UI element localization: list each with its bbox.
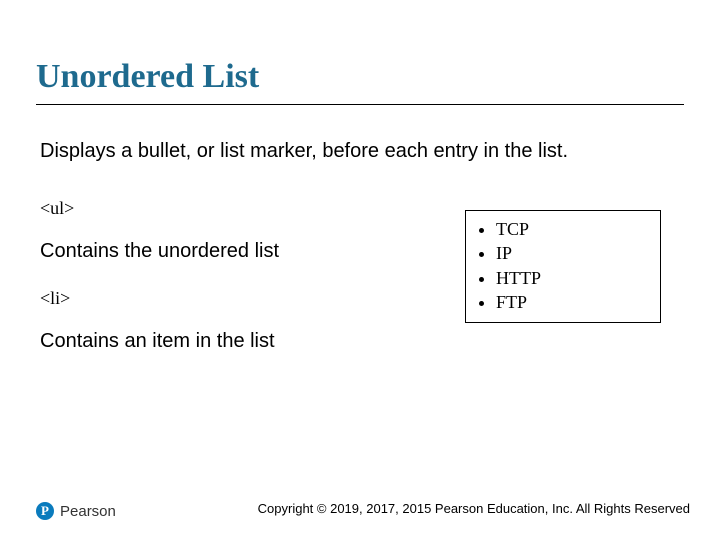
slide-title: Unordered List <box>36 58 259 96</box>
description-text: Displays a bullet, or list marker, befor… <box>40 140 568 163</box>
list-item: HTTP <box>496 266 650 290</box>
ul-explanation: Contains the unordered list <box>40 240 279 263</box>
code-tag-li: <li> <box>40 288 70 309</box>
copyright-text: Copyright © 2019, 2017, 2015 Pearson Edu… <box>258 501 690 516</box>
li-explanation: Contains an item in the list <box>40 330 275 353</box>
example-list: TCP IP HTTP FTP <box>476 217 650 314</box>
publisher-name: Pearson <box>60 503 116 520</box>
list-item: IP <box>496 241 650 265</box>
publisher-logo: P Pearson <box>36 502 116 520</box>
list-item: TCP <box>496 217 650 241</box>
title-underline <box>36 104 684 105</box>
example-output-box: TCP IP HTTP FTP <box>465 210 661 323</box>
list-item: FTP <box>496 290 650 314</box>
pearson-logo-icon: P <box>36 502 54 520</box>
slide: Unordered List Displays a bullet, or lis… <box>0 0 720 540</box>
code-tag-ul: <ul> <box>40 198 74 219</box>
